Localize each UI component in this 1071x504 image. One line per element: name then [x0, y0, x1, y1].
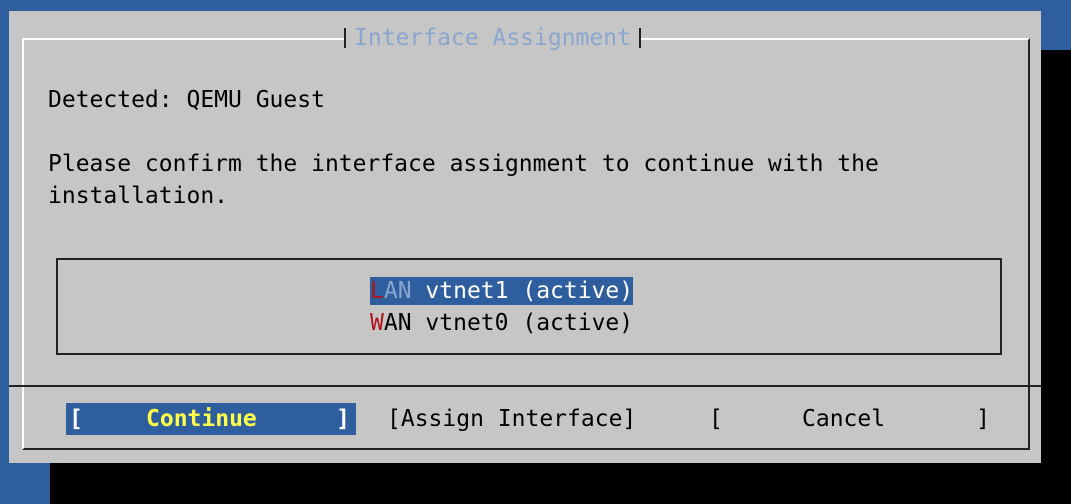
dialog-shadow-bottom	[50, 460, 1071, 504]
button-separator	[9, 385, 1041, 387]
interface-assignment-dialog: Interface Assignment Detected: QEMU Gues…	[9, 11, 1041, 463]
continue-open-bracket: [	[69, 406, 83, 432]
cancel-button[interactable]: [ Cancel ]	[706, 403, 996, 435]
cancel-label: Cancel	[802, 406, 886, 432]
continue-button[interactable]: [ Continue ]	[66, 403, 356, 435]
cancel-close-bracket: ]	[976, 406, 990, 432]
message-line-2: installation.	[48, 183, 229, 209]
dialog-title-text: Interface Assignment	[354, 25, 631, 51]
dialog-title: Interface Assignment	[344, 21, 641, 55]
lan-description: vtnet1 (active)	[425, 278, 634, 304]
assign-close-bracket: ]	[622, 406, 637, 432]
assign-interface-button[interactable]: [Assign Interface]	[387, 403, 636, 435]
wan-hotkey: W	[370, 310, 384, 336]
cancel-open-bracket: [	[709, 406, 723, 432]
wan-tag: AN	[383, 310, 412, 336]
button-row: [ Continue ] [Assign Interface] [ Cancel…	[9, 403, 1041, 435]
interface-list: L AN vtnet1 (active) W AN vtnet0 (active)	[56, 258, 1002, 355]
continue-close-bracket: ]	[336, 406, 350, 432]
dialog-shadow-right	[1040, 50, 1071, 504]
interface-item-lan[interactable]: L AN vtnet1 (active)	[370, 277, 634, 305]
detected-text: Detected: QEMU Guest	[48, 87, 325, 113]
message-line-1: Please confirm the interface assignment …	[48, 151, 879, 177]
lan-tag: AN	[383, 278, 412, 304]
continue-label: Continue	[146, 406, 257, 432]
lan-hotkey: L	[370, 278, 384, 304]
wan-description: vtnet0 (active)	[425, 310, 634, 336]
assign-label: Assign Interface	[400, 406, 623, 432]
interface-item-wan[interactable]: W AN vtnet0 (active)	[370, 309, 633, 337]
assign-open-bracket: [	[387, 406, 401, 432]
